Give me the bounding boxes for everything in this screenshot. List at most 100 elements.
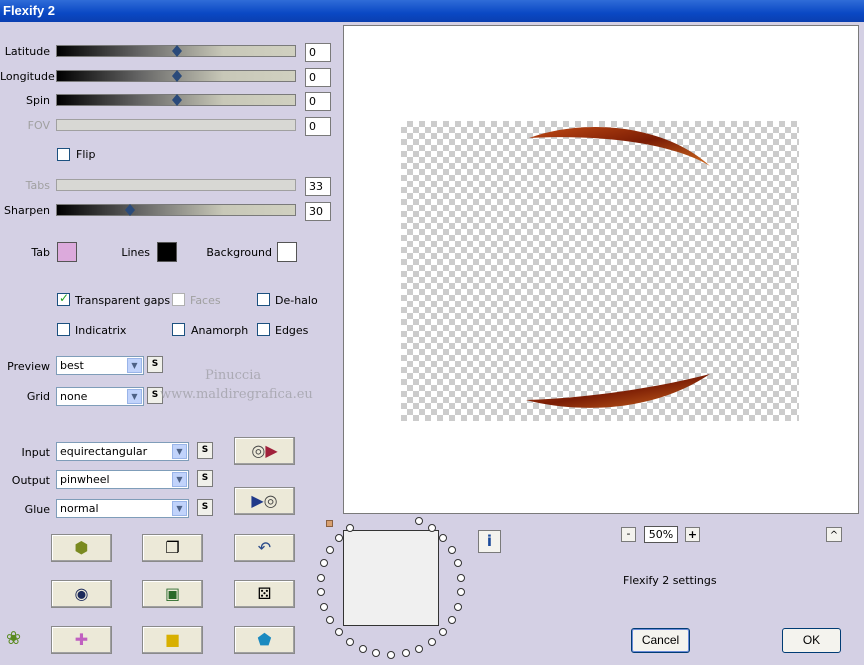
sharpen-thumb[interactable] bbox=[125, 204, 135, 216]
anamorph-checkbox[interactable] bbox=[172, 323, 185, 336]
tab-color-label: Tab bbox=[31, 246, 50, 259]
cross-icon: ✚ bbox=[74, 630, 89, 649]
cross-button[interactable]: ✚ bbox=[51, 626, 112, 654]
longitude-thumb[interactable] bbox=[172, 70, 182, 82]
spin-slider[interactable] bbox=[56, 94, 296, 106]
logo-icon: ❀ bbox=[6, 628, 22, 649]
spin-thumb[interactable] bbox=[172, 94, 182, 106]
output-select[interactable]: pinwheel ▼ bbox=[56, 470, 189, 489]
spin-value[interactable]: 0 bbox=[305, 92, 331, 111]
info-button[interactable]: i bbox=[478, 530, 501, 553]
brick-icon: ■ bbox=[164, 630, 181, 649]
input-label: Input bbox=[21, 446, 50, 459]
glue-s-button[interactable]: S bbox=[197, 499, 213, 516]
glue-label: Glue bbox=[24, 503, 50, 516]
bottom-arc-shape bbox=[526, 374, 710, 408]
tab-color-swatch[interactable] bbox=[57, 242, 77, 262]
sharpen-slider[interactable] bbox=[56, 204, 296, 216]
sphere-button[interactable]: ◉ bbox=[51, 580, 112, 608]
undo-button[interactable]: ↶ bbox=[234, 534, 295, 562]
ring-dot bbox=[317, 588, 326, 597]
ring-dot bbox=[387, 651, 395, 659]
tabs-value[interactable]: 33 bbox=[305, 177, 331, 196]
ring-dot bbox=[320, 602, 329, 611]
flip-checkbox[interactable] bbox=[57, 148, 70, 161]
latitude-value[interactable]: 0 bbox=[305, 43, 331, 62]
cancel-button[interactable]: Cancel bbox=[631, 628, 690, 653]
glue-select[interactable]: normal ▼ bbox=[56, 499, 189, 518]
input-s-button[interactable]: S bbox=[197, 442, 213, 459]
top-arc-shape bbox=[529, 126, 710, 166]
lines-color-label: Lines bbox=[121, 246, 150, 259]
preview-canvas[interactable] bbox=[343, 25, 859, 514]
zoom-in-button[interactable]: + bbox=[685, 527, 700, 542]
longitude-slider[interactable] bbox=[56, 70, 296, 82]
ring-dot bbox=[326, 616, 335, 624]
fov-slider bbox=[56, 119, 296, 131]
ok-button[interactable]: OK bbox=[782, 628, 841, 653]
copy-button[interactable]: ❐ bbox=[142, 534, 203, 562]
input-play-button[interactable]: ◎▶ bbox=[234, 437, 295, 465]
edges-checkbox[interactable] bbox=[257, 323, 270, 336]
zoom-out-button[interactable]: - bbox=[621, 527, 636, 542]
fov-value[interactable]: 0 bbox=[305, 117, 331, 136]
ring-dot bbox=[453, 559, 462, 568]
ring-dot bbox=[439, 627, 448, 636]
indicatrix-checkbox[interactable] bbox=[57, 323, 70, 336]
latitude-slider[interactable] bbox=[56, 45, 296, 57]
ring-dot bbox=[428, 637, 437, 646]
dice-button[interactable]: ⚄ bbox=[234, 580, 295, 608]
sharpen-label: Sharpen bbox=[4, 204, 50, 217]
grid-select[interactable]: none ▼ bbox=[56, 387, 144, 406]
handle-icon[interactable] bbox=[326, 520, 333, 527]
transparent-gaps-label: Transparent gaps bbox=[75, 294, 171, 307]
ring-dot bbox=[447, 546, 456, 554]
pinwheel-shapes bbox=[526, 126, 710, 408]
longitude-value[interactable]: 0 bbox=[305, 68, 331, 87]
window-title: Flexify 2 bbox=[0, 0, 864, 22]
output-play-button[interactable]: ▶◎ bbox=[234, 487, 295, 515]
preview-select[interactable]: best ▼ bbox=[56, 356, 144, 375]
undo-icon: ↶ bbox=[257, 538, 272, 557]
brick-button[interactable]: ■ bbox=[142, 626, 203, 654]
preview-s-button[interactable]: S bbox=[147, 356, 163, 373]
cube-button[interactable]: ▣ bbox=[142, 580, 203, 608]
tabs-slider bbox=[56, 179, 296, 191]
chevron-down-icon: ▼ bbox=[172, 472, 187, 487]
play-icon: ▶ bbox=[265, 441, 278, 460]
chevron-down-icon: ▼ bbox=[127, 358, 142, 373]
grid-label: Grid bbox=[26, 390, 50, 403]
tabs-label: Tabs bbox=[25, 179, 50, 192]
ring-dot bbox=[456, 588, 465, 597]
flip-label: Flip bbox=[76, 148, 96, 161]
ring-dot bbox=[326, 546, 335, 554]
disc-icon: ◎ bbox=[263, 491, 278, 510]
transparent-gaps-checkbox[interactable]: ✓ bbox=[57, 291, 70, 306]
preview-label: Preview bbox=[7, 360, 50, 373]
settings-label: Flexify 2 settings bbox=[623, 574, 717, 587]
faces-label: Faces bbox=[190, 294, 221, 307]
disc-play-icon: ◎ bbox=[251, 441, 266, 460]
background-color-label: Background bbox=[206, 246, 272, 259]
thumbnail-preview[interactable] bbox=[343, 530, 439, 626]
sharpen-value[interactable]: 30 bbox=[305, 202, 331, 221]
watermark-line2: www.maldiregrafica.eu bbox=[160, 387, 313, 402]
indicatrix-label: Indicatrix bbox=[75, 324, 127, 337]
lines-color-swatch[interactable] bbox=[157, 242, 177, 262]
anamorph-label: Anamorph bbox=[191, 324, 249, 337]
faces-checkbox bbox=[172, 293, 185, 306]
input-select[interactable]: equirectangular ▼ bbox=[56, 442, 189, 461]
pentagon-button[interactable]: ⬟ bbox=[234, 626, 295, 654]
glue-select-value: normal bbox=[60, 502, 99, 515]
latitude-thumb[interactable] bbox=[172, 45, 182, 57]
ring-dot bbox=[453, 602, 462, 611]
ring-dot bbox=[415, 517, 424, 526]
longitude-label: Longitude bbox=[0, 70, 55, 83]
de-halo-checkbox[interactable] bbox=[257, 293, 270, 306]
ring-dot bbox=[447, 616, 456, 624]
scroll-up-button[interactable]: ^ bbox=[826, 527, 842, 542]
ring-dot bbox=[320, 559, 329, 568]
background-color-swatch[interactable] bbox=[277, 242, 297, 262]
randomize-button[interactable]: ⬢ bbox=[51, 534, 112, 562]
output-s-button[interactable]: S bbox=[197, 470, 213, 487]
